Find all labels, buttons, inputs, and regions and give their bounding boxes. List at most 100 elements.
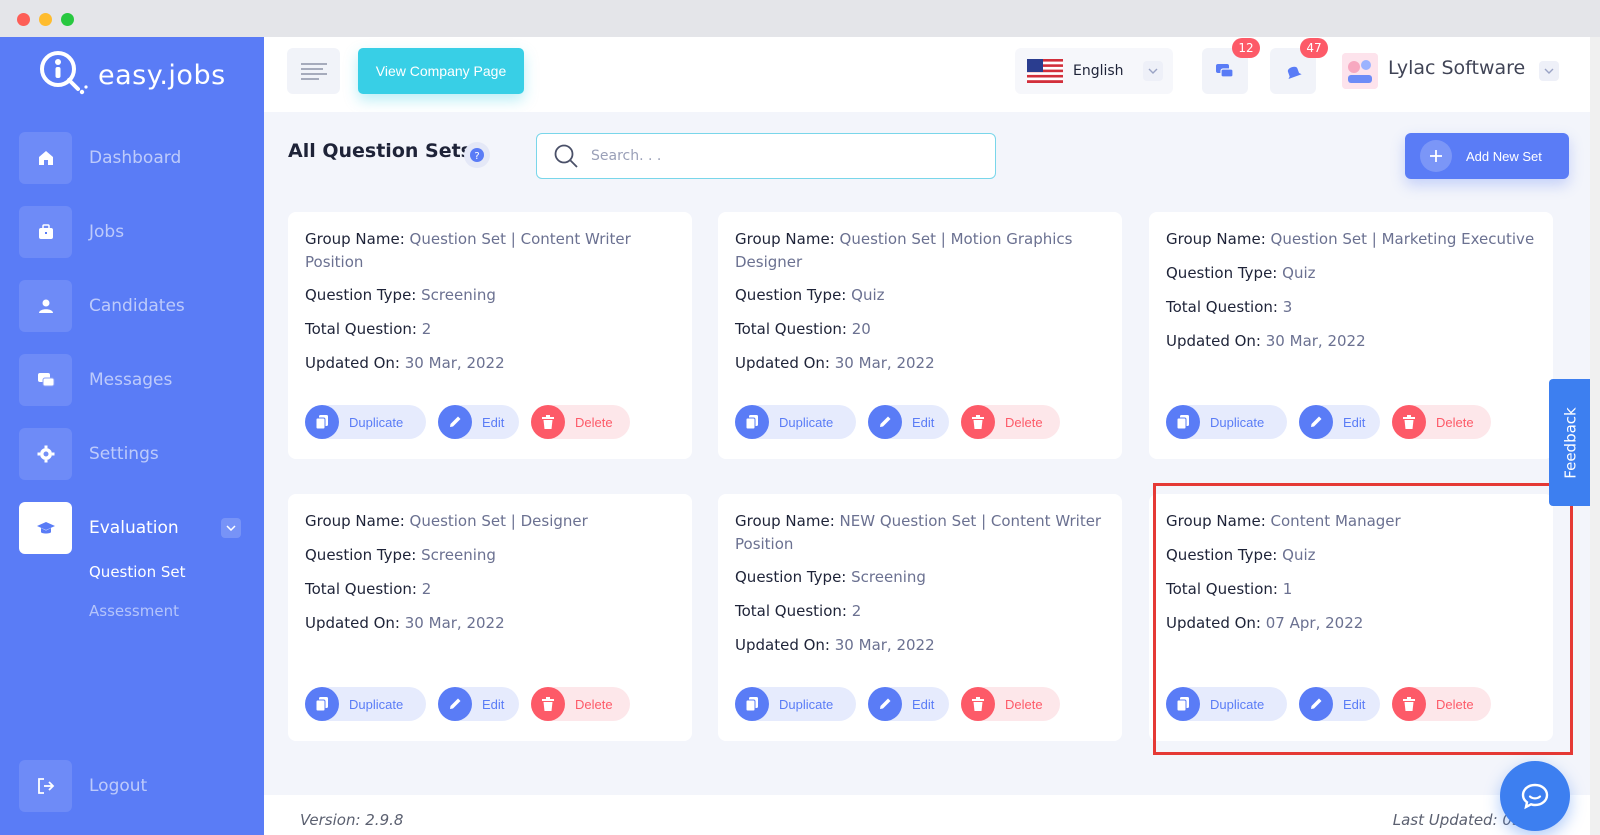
field-value: 1 — [1282, 580, 1293, 598]
sidebar-item-evaluation[interactable]: Evaluation — [19, 502, 249, 554]
user-icon — [19, 280, 72, 332]
svg-text:?: ? — [474, 151, 479, 162]
language-selector[interactable]: English — [1015, 48, 1173, 94]
duplicate-button[interactable]: Duplicate — [1166, 687, 1287, 721]
field-value: 07 Apr, 2022 — [1265, 614, 1364, 632]
search-input[interactable] — [591, 148, 971, 164]
delete-button[interactable]: Delete — [531, 405, 630, 439]
brand-logo-icon — [36, 47, 92, 103]
company-avatar[interactable] — [1342, 53, 1378, 89]
delete-label: Delete — [1436, 414, 1474, 430]
card-updated-on: Updated On: 30 Mar, 2022 — [1166, 330, 1542, 353]
duplicate-button[interactable]: Duplicate — [305, 687, 426, 721]
delete-button[interactable]: Delete — [961, 687, 1060, 721]
chevron-down-icon[interactable] — [221, 518, 241, 538]
field-value: Content Manager — [1270, 512, 1401, 530]
delete-button[interactable]: Delete — [1392, 405, 1491, 439]
trash-icon — [1392, 687, 1426, 721]
question-set-card: Group Name: NEW Question Set | Content W… — [718, 494, 1122, 741]
field-label: Group Name: — [305, 230, 405, 248]
card-updated-on: Updated On: 07 Apr, 2022 — [1166, 612, 1542, 635]
footer: Version: 2.9.8 Last Updated: 09-04 — [264, 795, 1600, 835]
brand[interactable]: easy.jobs — [36, 49, 226, 101]
edit-button[interactable]: Edit — [868, 687, 949, 721]
field-label: Question Type: — [1166, 546, 1278, 564]
sidebar-item-logout[interactable]: Logout — [19, 760, 249, 812]
window-maximize-button[interactable] — [61, 13, 74, 26]
help-icon[interactable]: ? — [464, 142, 490, 168]
gear-icon — [19, 428, 72, 480]
company-name[interactable]: Lylac Software — [1388, 57, 1525, 79]
question-set-card: Group Name: Question Set | Designer Ques… — [288, 494, 692, 741]
messages-button[interactable]: 12 — [1202, 38, 1260, 94]
menu-toggle-button[interactable] — [287, 48, 340, 94]
sidebar-item-jobs[interactable]: Jobs — [19, 206, 249, 258]
field-value: 3 — [1282, 298, 1293, 316]
delete-label: Delete — [575, 696, 613, 712]
logout-label: Logout — [89, 776, 148, 796]
plus-icon — [1420, 140, 1452, 172]
delete-button[interactable]: Delete — [531, 687, 630, 721]
trash-icon — [1392, 405, 1426, 439]
logout-icon — [19, 760, 72, 812]
sidebar-item-messages[interactable]: Messages — [19, 354, 249, 406]
delete-button[interactable]: Delete — [961, 405, 1060, 439]
duplicate-button[interactable]: Duplicate — [1166, 405, 1287, 439]
view-company-page-button[interactable]: View Company Page — [358, 48, 524, 94]
edit-button[interactable]: Edit — [868, 405, 949, 439]
duplicate-button[interactable]: Duplicate — [735, 687, 856, 721]
sidebar-item-dashboard[interactable]: Dashboard — [19, 132, 249, 184]
chat-widget-button[interactable] — [1500, 761, 1570, 831]
window-titlebar — [0, 0, 1600, 37]
sidebar-subitem-question-set[interactable]: Question Set — [89, 563, 186, 581]
trash-icon — [961, 687, 995, 721]
card-question-type: Question Type: Quiz — [1166, 262, 1542, 285]
edit-label: Edit — [482, 414, 505, 430]
duplicate-button[interactable]: Duplicate — [305, 405, 426, 439]
briefcase-icon — [19, 206, 72, 258]
trash-icon — [531, 405, 565, 439]
card-question-type: Question Type: Quiz — [1166, 544, 1542, 567]
window-minimize-button[interactable] — [39, 13, 52, 26]
delete-button[interactable]: Delete — [1392, 687, 1491, 721]
field-label: Total Question: — [305, 320, 417, 338]
brand-name: easy.jobs — [98, 59, 226, 91]
delete-label: Delete — [1005, 414, 1043, 430]
field-label: Group Name: — [1166, 512, 1266, 530]
copy-icon — [735, 687, 769, 721]
edit-button[interactable]: Edit — [1299, 405, 1380, 439]
field-label: Question Type: — [735, 286, 847, 304]
edit-button[interactable]: Edit — [438, 687, 519, 721]
edit-button[interactable]: Edit — [1299, 687, 1380, 721]
duplicate-label: Duplicate — [349, 696, 404, 712]
duplicate-button[interactable]: Duplicate — [735, 405, 856, 439]
edit-button[interactable]: Edit — [438, 405, 519, 439]
chat-bubble-icon — [1521, 783, 1549, 810]
edit-label: Edit — [482, 696, 505, 712]
card-updated-on: Updated On: 30 Mar, 2022 — [305, 352, 681, 375]
feedback-tab[interactable]: Feedback — [1549, 379, 1593, 506]
field-label: Total Question: — [735, 602, 847, 620]
bell-icon — [1287, 66, 1302, 80]
search-field[interactable] — [536, 133, 996, 179]
field-value: Screening — [421, 286, 496, 304]
add-new-set-button[interactable]: Add New Set — [1405, 133, 1569, 179]
notifications-button[interactable]: 47 — [1270, 38, 1328, 94]
sidebar-subitem-assessment[interactable]: Assessment — [89, 602, 179, 620]
field-label: Total Question: — [1166, 298, 1278, 316]
pencil-icon — [438, 405, 472, 439]
chevron-down-icon[interactable] — [1539, 61, 1559, 81]
copy-icon — [305, 405, 339, 439]
edit-label: Edit — [1343, 696, 1366, 712]
trash-icon — [961, 405, 995, 439]
sidebar-item-settings[interactable]: Settings — [19, 428, 249, 480]
sidebar-item-candidates[interactable]: Candidates — [19, 280, 249, 332]
main-content: All Question Sets ? Add New Set Group Na… — [264, 112, 1600, 835]
card-group-name: Group Name: Question Set | Marketing Exe… — [1166, 228, 1542, 251]
duplicate-label: Duplicate — [779, 414, 834, 430]
card-group-name: Group Name: Question Set | Designer — [305, 510, 681, 533]
field-label: Updated On: — [1166, 614, 1261, 632]
scrollbar[interactable] — [1590, 37, 1600, 835]
field-value: 30 Mar, 2022 — [1265, 332, 1366, 350]
window-close-button[interactable] — [17, 13, 30, 26]
